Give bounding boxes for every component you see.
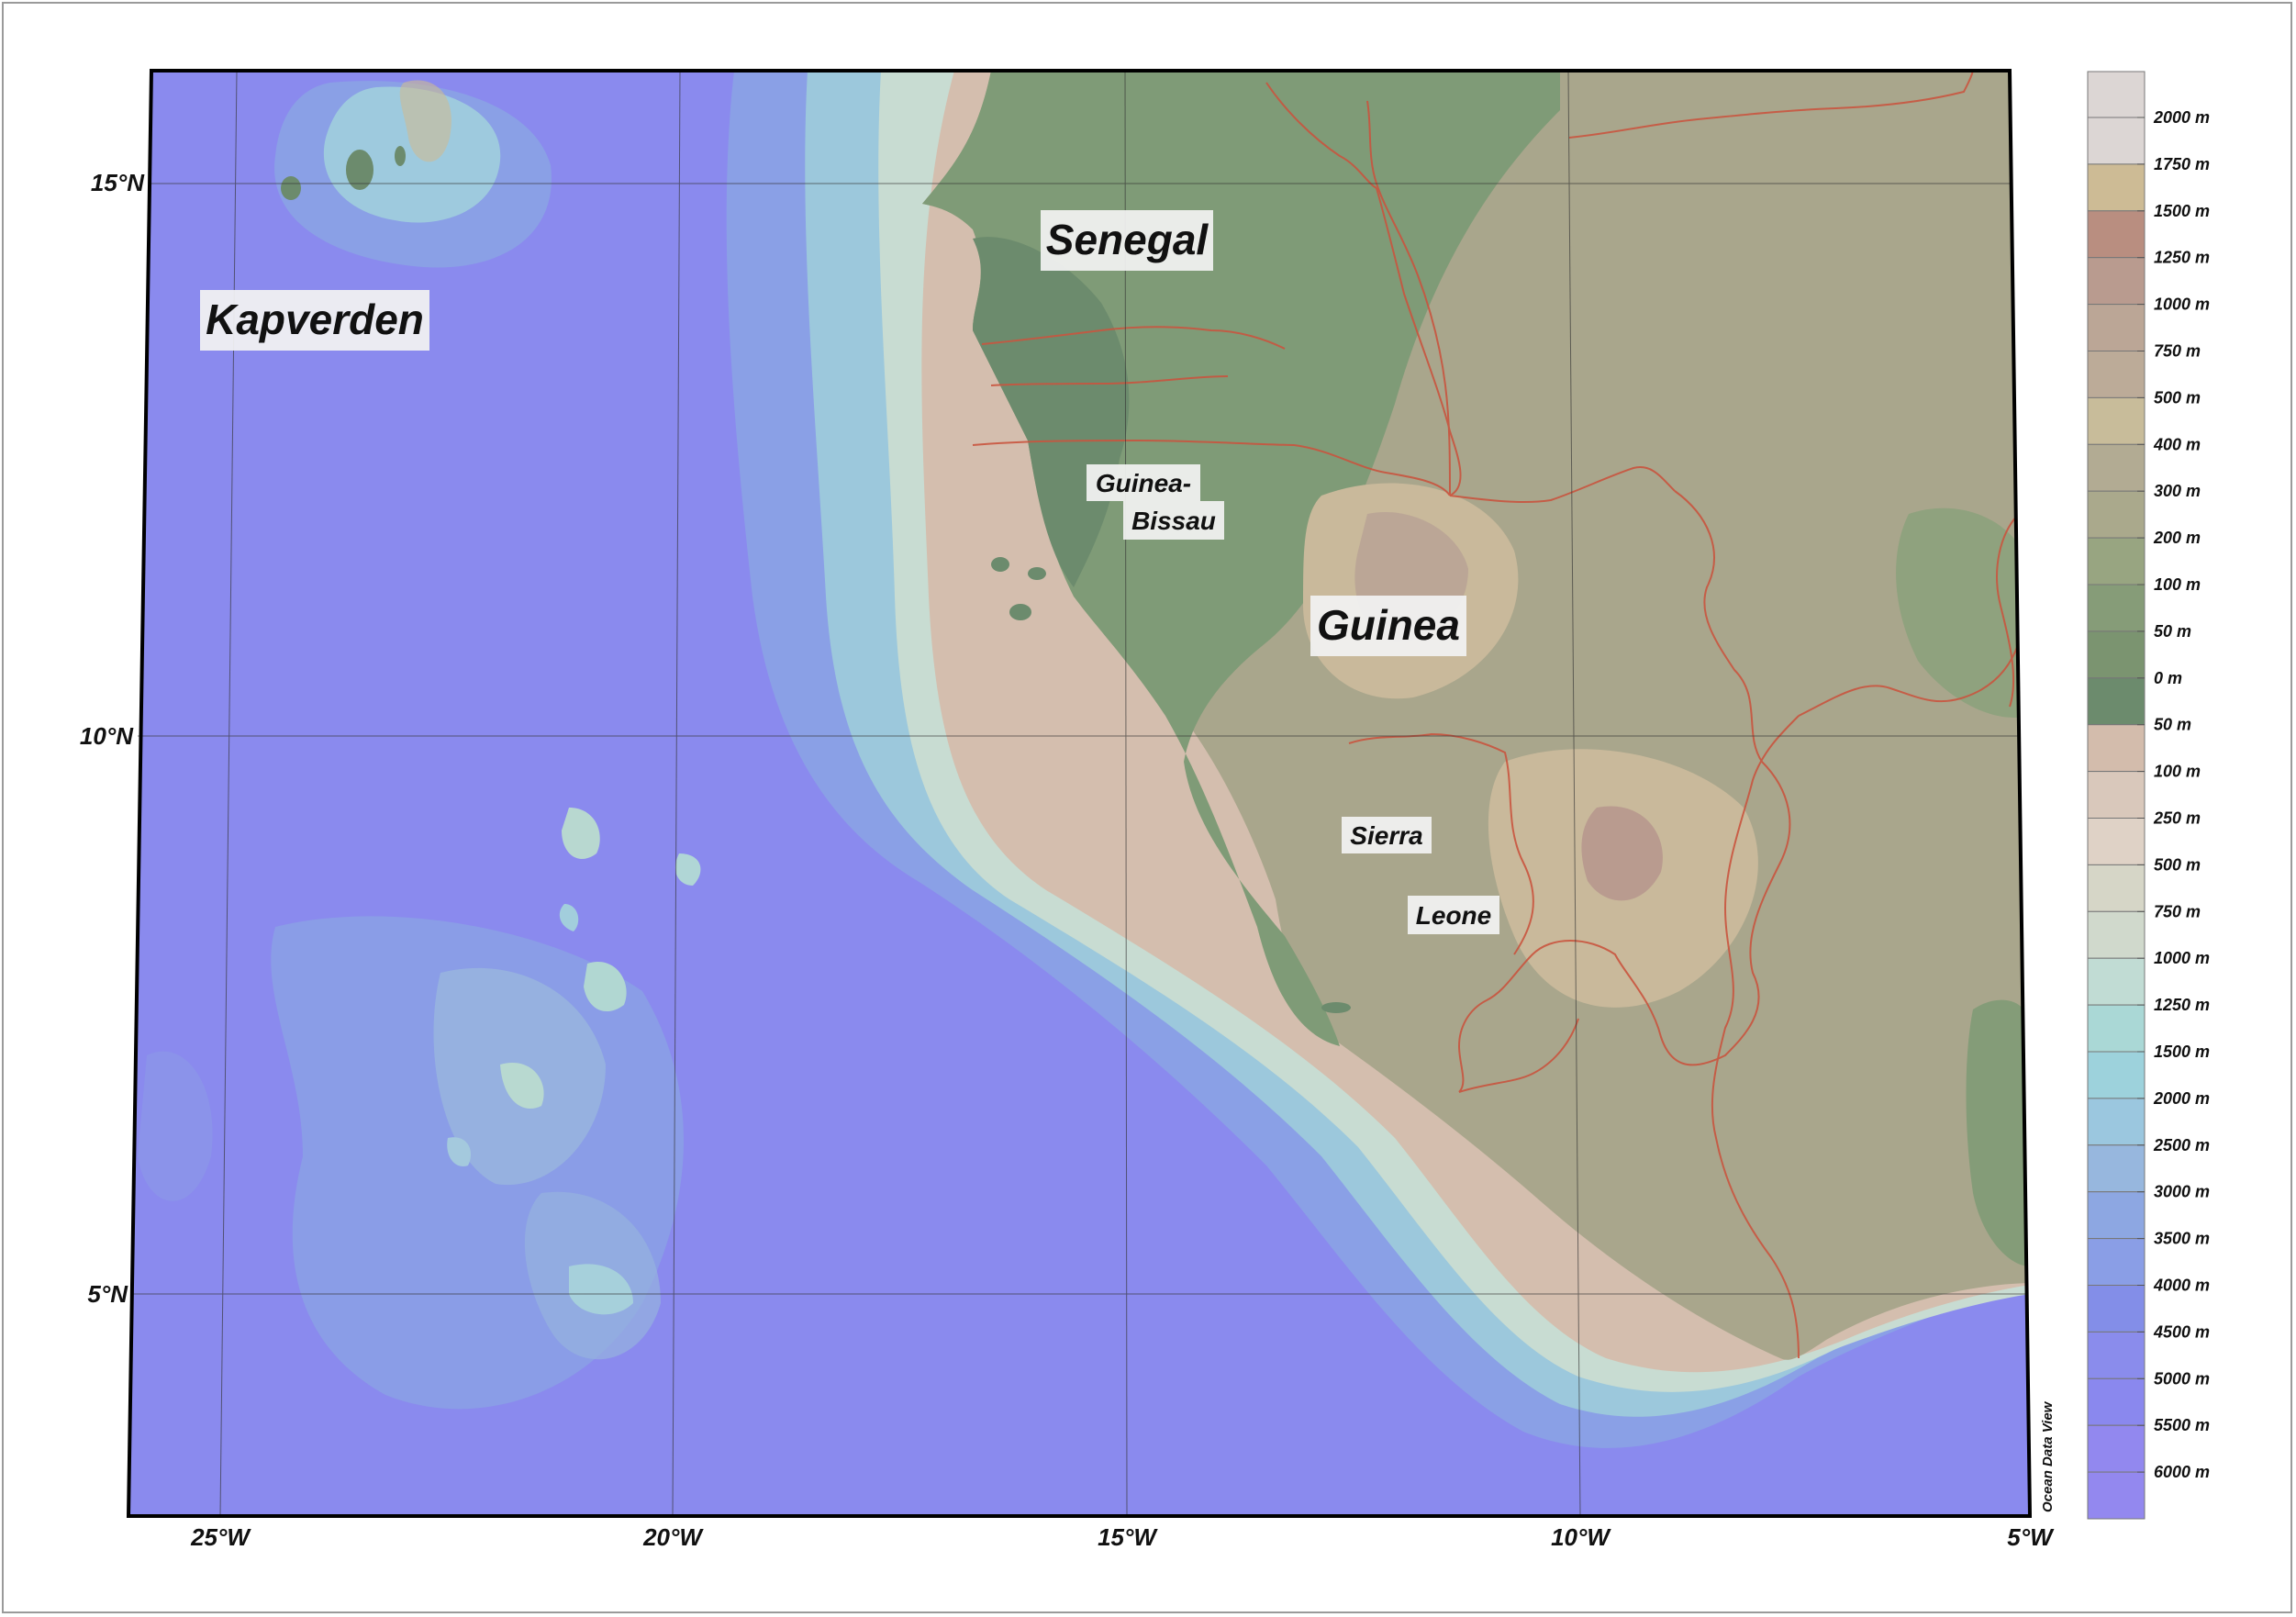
place-label-senegal: Senegal xyxy=(1046,216,1209,263)
legend-label: 2500 m xyxy=(2153,1136,2210,1154)
lon-label-10w: 10°W xyxy=(1551,1523,1611,1551)
depth-elevation-legend: 2000 m 1750 m 1500 m 1250 m 1000 m 750 m 500 m… xyxy=(2087,71,2210,1520)
island xyxy=(1028,567,1046,580)
legend-swatch xyxy=(2087,257,2146,306)
lat-label-15n: 15°N xyxy=(91,169,145,196)
island xyxy=(1321,1002,1351,1013)
island xyxy=(395,146,406,166)
legend-swatch xyxy=(2087,210,2146,259)
legend-swatch xyxy=(2087,490,2146,539)
legend-label: 400 m xyxy=(2153,435,2201,453)
legend-swatch xyxy=(2087,71,2146,118)
legend-swatch xyxy=(2087,1144,2146,1193)
legend-label: 250 m xyxy=(2153,809,2201,828)
lat-label-10n: 10°N xyxy=(80,722,134,750)
legend-label: 200 m xyxy=(2153,529,2201,547)
legend-swatch xyxy=(2087,957,2146,1006)
legend-swatch xyxy=(2087,1238,2146,1286)
legend-label: 4000 m xyxy=(2153,1277,2210,1295)
place-label-guinea-bissau-line1: Guinea- xyxy=(1096,469,1191,497)
legend-swatch xyxy=(2087,1098,2146,1146)
legend-label: 100 m xyxy=(2154,763,2201,781)
legend-label: 0 m xyxy=(2154,669,2182,687)
legend-swatch xyxy=(2087,1377,2146,1426)
legend-label: 2000 m xyxy=(2153,108,2210,127)
legend-label: 2000 m xyxy=(2153,1089,2210,1108)
legend-swatch xyxy=(2087,771,2146,819)
legend-label: 300 m xyxy=(2154,482,2201,500)
place-label-guinea: Guinea xyxy=(1317,601,1460,649)
legend-label: 500 m xyxy=(2154,388,2201,407)
legend-swatch xyxy=(2087,163,2146,212)
credit-label: Ocean Data View xyxy=(2040,1400,2056,1512)
legend-swatch xyxy=(2087,630,2146,679)
legend-label: 1500 m xyxy=(2154,1043,2210,1061)
island xyxy=(993,561,1002,568)
legend-swatch xyxy=(2087,1191,2146,1240)
legend-swatch xyxy=(2087,864,2146,912)
legend-label: 1000 m xyxy=(2154,949,2210,967)
legend-swatch xyxy=(2087,1471,2146,1520)
place-label-leone: Leone xyxy=(1416,901,1491,930)
legend-swatch xyxy=(2087,396,2146,445)
legend-swatch xyxy=(2087,351,2146,398)
map-area xyxy=(128,71,2030,1516)
legend-swatch xyxy=(2087,724,2146,773)
island xyxy=(1009,604,1031,620)
legend-label: 1500 m xyxy=(2154,202,2210,220)
legend-swatch xyxy=(2087,1285,2146,1333)
legend-swatch xyxy=(2087,304,2146,352)
legend-swatch xyxy=(2087,443,2146,492)
legend-label: 50 m xyxy=(2154,716,2191,734)
legend-label: 6000 m xyxy=(2154,1463,2210,1481)
place-label-kapverden: Kapverden xyxy=(206,296,424,343)
place-label-guinea-bissau-line2: Bissau xyxy=(1131,507,1216,535)
legend-label: 1250 m xyxy=(2154,249,2210,267)
longitude-labels: 25°W 20°W 15°W 10°W 5°W xyxy=(190,1523,2055,1551)
legend-swatch xyxy=(2087,1424,2146,1473)
legend-label: 5500 m xyxy=(2154,1416,2210,1434)
legend-label: 5000 m xyxy=(2154,1369,2210,1388)
island xyxy=(281,176,301,200)
legend-label: 3000 m xyxy=(2154,1183,2210,1201)
lon-label-20w: 20°W xyxy=(642,1523,704,1551)
legend-label: 750 m xyxy=(2154,902,2201,920)
legend-swatch xyxy=(2087,910,2146,959)
legend-swatch xyxy=(2087,1051,2146,1099)
lat-label-5n: 5°N xyxy=(87,1280,128,1308)
place-label-sierra: Sierra xyxy=(1350,821,1422,850)
legend-swatch xyxy=(2087,584,2146,632)
lon-label-15w: 15°W xyxy=(1098,1523,1158,1551)
legend-label: 1250 m xyxy=(2154,996,2210,1014)
legend-label: 100 m xyxy=(2154,575,2201,594)
legend-label: 3500 m xyxy=(2154,1230,2210,1248)
legend-swatch xyxy=(2087,537,2146,585)
legend-swatch xyxy=(2087,1004,2146,1053)
legend-label: 4500 m xyxy=(2153,1322,2210,1341)
lon-label-25w: 25°W xyxy=(190,1523,251,1551)
legend-swatch xyxy=(2087,677,2146,726)
legend-label: 750 m xyxy=(2154,342,2201,361)
bathymetry-map: 15°N 10°N 5°N 25°W 20°W 15°W 10°W 5°W Ka… xyxy=(80,69,2210,1551)
lon-label-5w: 5°W xyxy=(2007,1523,2055,1551)
legend-label: 1000 m xyxy=(2154,296,2210,314)
legend-swatch xyxy=(2087,117,2146,165)
legend-label: 50 m xyxy=(2154,622,2191,641)
legend-swatch xyxy=(2087,818,2146,865)
legend-label: 1750 m xyxy=(2154,155,2210,173)
legend-label: 500 m xyxy=(2154,855,2201,874)
legend-swatch xyxy=(2087,1331,2146,1379)
